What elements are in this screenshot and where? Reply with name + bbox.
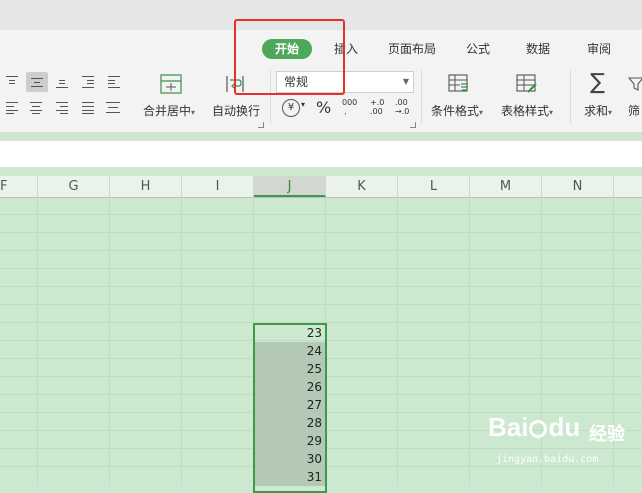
column-header-row: F G H I J K L M N <box>0 176 642 198</box>
title-bar <box>0 0 642 30</box>
chevron-down-icon: ▼ <box>402 77 409 86</box>
filter-label: 筛 <box>628 104 641 118</box>
wrap-text-button[interactable]: 自动换行 <box>208 72 264 120</box>
cell-value[interactable]: 23 <box>254 324 326 342</box>
watermark-logo: Bai du <box>488 412 581 442</box>
cell-value[interactable]: 26 <box>254 378 326 396</box>
align-center-icon[interactable] <box>28 100 44 114</box>
chevron-down-icon: ▾ <box>301 100 306 109</box>
column-header-active[interactable]: J <box>254 176 326 197</box>
tab-review[interactable]: 审阅 <box>587 40 611 57</box>
cell-value[interactable]: 25 <box>254 360 326 378</box>
align-right-icon[interactable] <box>54 100 70 114</box>
conditional-format-icon <box>448 74 468 92</box>
chevron-down-icon: ▾ <box>549 108 554 117</box>
cell-value[interactable]: 30 <box>254 450 326 468</box>
column-header[interactable]: M <box>470 176 542 197</box>
thousands-separator-icon[interactable]: 000 <box>342 98 357 107</box>
comma-mark-icon: , <box>344 107 347 117</box>
column-header[interactable]: L <box>398 176 470 197</box>
number-format-value: 常规 <box>284 75 309 89</box>
sum-label: 求和 <box>584 104 609 118</box>
tab-insert[interactable]: 插入 <box>334 40 358 57</box>
number-launcher-icon[interactable] <box>410 122 416 128</box>
paw-icon <box>529 420 548 438</box>
merge-center-label: 合并居中 <box>143 104 192 118</box>
align-bottom-icon[interactable] <box>54 74 70 88</box>
column-header[interactable] <box>614 176 642 197</box>
merge-center-button[interactable]: 合并居中▾ <box>140 72 202 120</box>
watermark-text: 经验 <box>589 424 625 445</box>
filter-button[interactable]: 筛 <box>624 72 642 120</box>
align-middle-icon[interactable] <box>26 72 48 92</box>
table-style-button[interactable]: 表格样式▾ <box>498 72 560 120</box>
cell-value[interactable]: 28 <box>254 414 326 432</box>
distributed-align-icon[interactable] <box>104 100 120 114</box>
table-style-icon <box>516 74 537 93</box>
column-header[interactable]: I <box>182 176 254 197</box>
formula-bar[interactable] <box>0 140 642 168</box>
decrease-decimal-icon[interactable]: .00 →.0 <box>395 98 409 116</box>
tab-page-layout[interactable]: 页面布局 <box>388 40 436 57</box>
justify-icon[interactable] <box>80 100 96 114</box>
conditional-format-label: 条件格式 <box>431 104 480 118</box>
sigma-icon: ∑ <box>590 70 605 95</box>
table-style-label: 表格样式 <box>501 104 550 118</box>
separator <box>421 70 422 124</box>
baidu-watermark: Bai du 经验 jingyan.baidu.com <box>476 410 642 474</box>
cell-value[interactable]: 24 <box>254 342 326 360</box>
tab-data[interactable]: 数据 <box>526 40 550 57</box>
chevron-down-icon: ▾ <box>191 108 196 117</box>
column-header[interactable]: F <box>0 176 38 197</box>
percent-icon[interactable]: % <box>316 98 331 117</box>
align-top-icon[interactable] <box>4 74 20 88</box>
currency-icon[interactable]: ¥ <box>282 99 300 117</box>
merge-cells-icon <box>160 74 182 94</box>
column-header[interactable]: K <box>326 176 398 197</box>
watermark-url: jingyan.baidu.com <box>496 454 599 465</box>
tab-home[interactable]: 开始 <box>262 39 313 59</box>
wrap-text-label: 自动换行 <box>212 104 261 118</box>
align-left-icon[interactable] <box>4 100 20 114</box>
chevron-down-icon: ▾ <box>608 108 613 117</box>
number-format-select[interactable]: 常规 ▼ <box>276 71 414 93</box>
increase-decimal-icon[interactable]: +.0 .00 <box>370 98 384 116</box>
separator <box>570 70 571 124</box>
chevron-down-icon: ▾ <box>479 108 484 117</box>
column-header[interactable]: G <box>38 176 110 197</box>
cell-value[interactable]: 31 <box>254 468 326 486</box>
column-header[interactable]: N <box>542 176 614 197</box>
conditional-format-button[interactable]: 条件格式▾ <box>428 72 492 120</box>
sum-button[interactable]: ∑ 求和▾ <box>578 70 618 120</box>
cell-value[interactable]: 29 <box>254 432 326 450</box>
separator <box>270 70 271 124</box>
tab-formulas[interactable]: 公式 <box>466 40 490 57</box>
ribbon-tabs: 开始 插入 页面布局 公式 数据 审阅 <box>0 30 642 66</box>
decrease-indent-icon[interactable] <box>80 74 96 88</box>
increase-indent-icon[interactable] <box>106 74 122 88</box>
column-header[interactable]: H <box>110 176 182 197</box>
filter-icon <box>628 77 642 91</box>
wrap-text-icon <box>226 76 244 92</box>
cell-value[interactable]: 27 <box>254 396 326 414</box>
alignment-launcher-icon[interactable] <box>258 122 264 128</box>
